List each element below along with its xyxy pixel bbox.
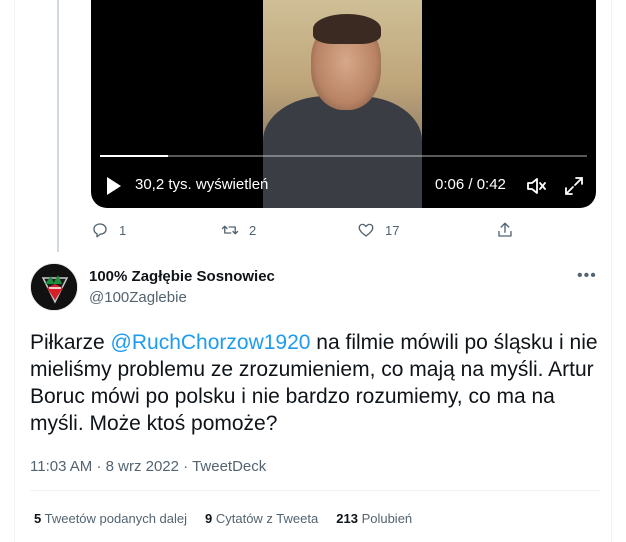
video-views: 30,2 tys. wyświetleń xyxy=(135,176,269,193)
author-name[interactable]: 100% Zagłębie Sosnowiec xyxy=(89,268,275,285)
video-progress-bar[interactable] xyxy=(100,155,587,157)
tweet-stats: 5 Tweetów podanych dalej 9 Cytatów z Twe… xyxy=(34,511,412,526)
author-handle[interactable]: @100Zaglebie xyxy=(89,289,187,306)
mute-icon[interactable] xyxy=(525,175,547,197)
avatar[interactable] xyxy=(30,263,78,311)
divider xyxy=(30,490,600,491)
quotes-count: 9 xyxy=(205,511,213,526)
like-count: 17 xyxy=(385,222,400,238)
likes-count: 213 xyxy=(336,511,358,526)
tweet-source[interactable]: TweetDeck xyxy=(192,458,266,475)
meta-separator: · xyxy=(96,458,102,475)
mention-link[interactable]: @RuchChorzow1920 xyxy=(111,331,311,354)
likes-label: Polubień xyxy=(361,511,413,526)
club-crest-logo xyxy=(31,264,77,310)
like-button[interactable]: 17 xyxy=(357,221,399,239)
tweet-time[interactable]: 11:03 AM xyxy=(30,458,92,475)
play-icon[interactable] xyxy=(107,177,121,195)
retweet-button[interactable]: 2 xyxy=(221,221,256,239)
video-frame xyxy=(263,0,422,208)
tweet-text-start: Piłkarze xyxy=(30,331,111,354)
meta-separator: · xyxy=(183,458,189,475)
video-progress-fill xyxy=(100,155,169,157)
video-person-shirt xyxy=(263,96,422,208)
tweet-text: Piłkarze @RuchChorzow1920 na filmie mówi… xyxy=(30,329,600,437)
more-icon[interactable]: ••• xyxy=(577,267,597,285)
likes-stat[interactable]: 213 Polubień xyxy=(336,511,412,526)
reply-icon xyxy=(93,223,107,238)
quotes-label: Cytatów z Tweeta xyxy=(215,511,319,526)
share-icon xyxy=(498,222,512,237)
thread-connector-line xyxy=(57,0,59,252)
like-icon xyxy=(358,223,374,237)
retweets-label: Tweetów podanych dalej xyxy=(44,511,187,526)
fullscreen-icon[interactable] xyxy=(563,175,585,197)
retweets-count: 5 xyxy=(34,511,42,526)
video-time: 0:06 / 0:42 xyxy=(435,176,506,193)
reply-button[interactable]: 1 xyxy=(91,221,126,239)
tweet-meta: 11:03 AM · 8 wrz 2022 · TweetDeck xyxy=(30,458,266,475)
retweet-count: 2 xyxy=(249,222,257,238)
retweet-icon xyxy=(221,225,239,235)
tweet-actions: 1 2 17 xyxy=(91,221,521,243)
tweet-date[interactable]: 8 wrz 2022 xyxy=(106,458,179,475)
video-player[interactable]: 30,2 tys. wyświetleń 0:06 / 0:42 xyxy=(91,0,596,208)
share-button[interactable] xyxy=(496,221,514,239)
quotes-stat[interactable]: 9 Cytatów z Tweeta xyxy=(205,511,318,526)
retweets-stat[interactable]: 5 Tweetów podanych dalej xyxy=(34,511,187,526)
video-person-hair xyxy=(313,14,381,44)
reply-count: 1 xyxy=(119,222,127,238)
